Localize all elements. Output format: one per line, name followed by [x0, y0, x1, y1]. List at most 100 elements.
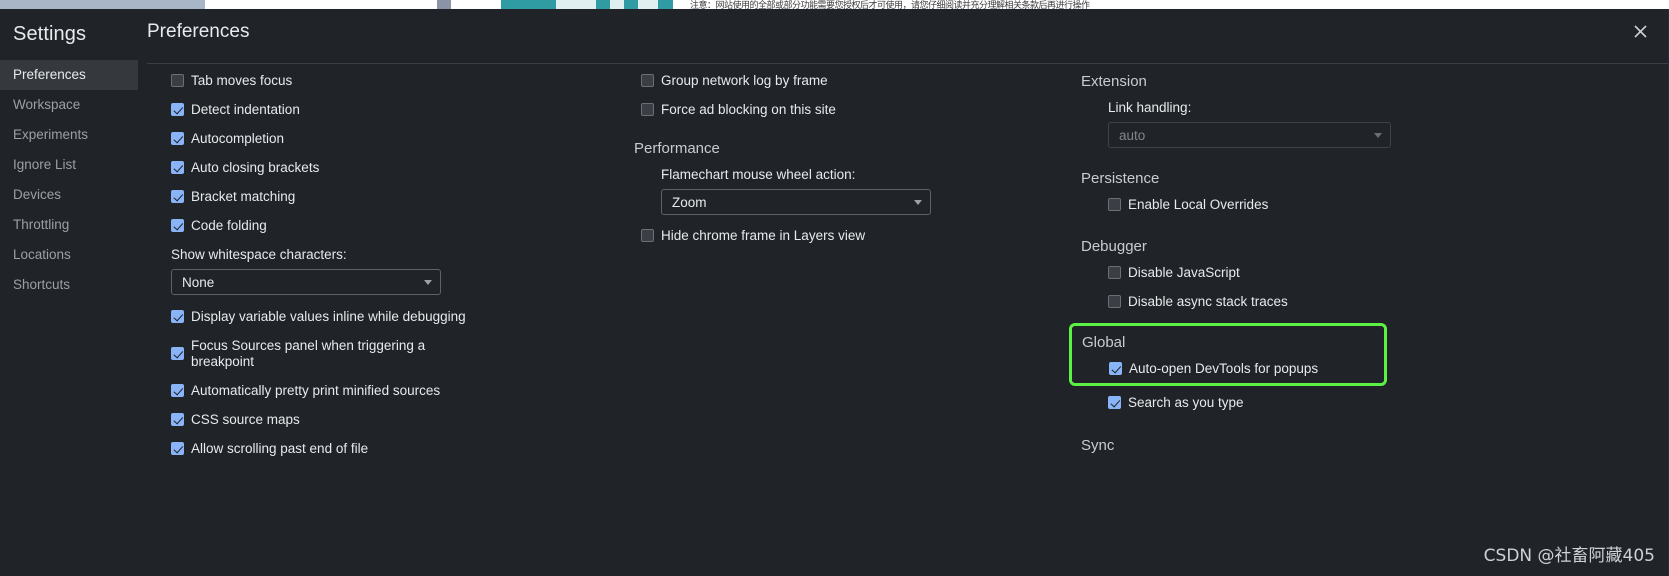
show-whitespace-select[interactable]: None [171, 269, 441, 295]
checkbox-checked-icon[interactable] [171, 347, 184, 360]
link-handling-label: Link handling: [1108, 100, 1192, 115]
setting-focus-sources-panel[interactable]: Focus Sources panel when triggering a br… [171, 338, 608, 370]
section-title-sync: Sync [1081, 437, 1115, 454]
sidebar-item-label: Ignore List [13, 157, 77, 172]
setting-label: Disable async stack traces [1128, 294, 1288, 309]
checkbox-checked-icon[interactable] [171, 132, 184, 145]
remnant-block-2 [437, 0, 451, 9]
sidebar-item-label: Preferences [13, 67, 86, 82]
setting-search-as-you-type[interactable]: Search as you type [1108, 395, 1528, 411]
remnant-block-4 [556, 0, 596, 9]
checkbox-checked-icon[interactable] [171, 310, 184, 323]
setting-label: Tab moves focus [191, 73, 293, 88]
checkbox-checked-icon[interactable] [171, 103, 184, 116]
setting-tab-moves-focus[interactable]: Tab moves focus [171, 73, 608, 89]
setting-label: Group network log by frame [661, 73, 828, 88]
sidebar-item-locations[interactable]: Locations [0, 240, 138, 270]
checkbox-unchecked-icon[interactable] [1108, 198, 1121, 211]
setting-css-source-maps[interactable]: CSS source maps [171, 412, 608, 428]
section-title-global: Global [1082, 334, 1126, 351]
flamechart-wheel-label: Flamechart mouse wheel action: [661, 167, 856, 182]
setting-pretty-print-minified[interactable]: Automatically pretty print minified sour… [171, 383, 608, 399]
flamechart-wheel-value: Zoom [672, 194, 707, 210]
setting-allow-scrolling-past-eof[interactable]: Allow scrolling past end of file [171, 441, 608, 457]
setting-force-ad-blocking[interactable]: Force ad blocking on this site [641, 102, 1048, 118]
link-handling-select[interactable]: auto [1108, 122, 1391, 148]
sidebar-item-throttling[interactable]: Throttling [0, 210, 138, 240]
setting-label: Search as you type [1128, 395, 1244, 410]
settings-sidebar: Settings Preferences Workspace Experimen… [0, 9, 138, 576]
settings-title: Settings [13, 23, 87, 45]
flamechart-wheel-select[interactable]: Zoom [661, 189, 931, 215]
setting-label: Detect indentation [191, 102, 300, 117]
checkbox-unchecked-icon[interactable] [641, 103, 654, 116]
checkbox-checked-icon[interactable] [171, 413, 184, 426]
sidebar-item-shortcuts[interactable]: Shortcuts [0, 270, 138, 300]
setting-code-folding[interactable]: Code folding [171, 218, 608, 234]
checkbox-checked-icon[interactable] [1109, 362, 1122, 375]
sidebar-item-label: Experiments [13, 127, 89, 142]
setting-hide-chrome-frame-layers[interactable]: Hide chrome frame in Layers view [641, 228, 1048, 244]
sidebar-item-experiments[interactable]: Experiments [0, 120, 138, 150]
preferences-column-2: Group network log by frame Force ad bloc… [608, 73, 1048, 576]
section-title-extension: Extension [1081, 73, 1147, 90]
header-divider [147, 63, 1669, 64]
sidebar-item-label: Devices [13, 187, 62, 202]
setting-bracket-matching[interactable]: Bracket matching [171, 189, 608, 205]
preferences-column-1: Tab moves focus Detect indentation Autoc… [138, 73, 608, 576]
checkbox-checked-icon[interactable] [171, 384, 184, 397]
page-title: Preferences [147, 21, 250, 42]
content-header: Preferences [138, 9, 1669, 64]
checkbox-unchecked-icon[interactable] [1108, 266, 1121, 279]
close-button[interactable] [1627, 18, 1653, 44]
show-whitespace-value: None [182, 274, 215, 290]
setting-label: Code folding [191, 218, 267, 233]
setting-enable-local-overrides[interactable]: Enable Local Overrides [1108, 197, 1528, 213]
link-handling-value: auto [1119, 127, 1146, 143]
section-title-performance: Performance [634, 140, 720, 157]
setting-autocompletion[interactable]: Autocompletion [171, 131, 608, 147]
setting-label: Allow scrolling past end of file [191, 441, 369, 456]
setting-detect-indentation[interactable]: Detect indentation [171, 102, 608, 118]
setting-label: Disable JavaScript [1128, 265, 1240, 280]
setting-label: CSS source maps [191, 412, 300, 427]
setting-label: Autocompletion [191, 131, 285, 146]
checkbox-unchecked-icon[interactable] [171, 74, 184, 87]
chevron-down-icon [1374, 132, 1382, 138]
setting-disable-async-stack-traces[interactable]: Disable async stack traces [1108, 294, 1528, 310]
close-icon [1633, 24, 1647, 38]
chevron-down-icon [424, 279, 432, 285]
checkbox-checked-icon[interactable] [171, 219, 184, 232]
checkbox-checked-icon[interactable] [171, 442, 184, 455]
settings-dialog: Settings Preferences Workspace Experimen… [0, 9, 1669, 576]
setting-label: Force ad blocking on this site [661, 102, 836, 117]
section-title-persistence: Persistence [1081, 170, 1160, 187]
setting-label: Auto closing brackets [191, 160, 320, 175]
setting-display-variable-values-inline[interactable]: Display variable values inline while deb… [171, 309, 608, 325]
checkbox-unchecked-icon[interactable] [641, 74, 654, 87]
setting-disable-javascript[interactable]: Disable JavaScript [1108, 265, 1528, 281]
remnant-text: 注意：网站使用的全部或部分功能需要您授权后才可使用，请您仔细阅读并充分理解相关条… [690, 1, 1090, 9]
sidebar-item-ignore-list[interactable]: Ignore List [0, 150, 138, 180]
sidebar-item-label: Workspace [13, 97, 81, 112]
sidebar-item-devices[interactable]: Devices [0, 180, 138, 210]
preferences-columns: Tab moves focus Detect indentation Autoc… [138, 65, 1669, 576]
setting-label: Focus Sources panel when triggering a br… [191, 338, 426, 369]
sidebar-item-preferences[interactable]: Preferences [0, 60, 138, 90]
checkbox-checked-icon[interactable] [171, 161, 184, 174]
setting-label: Display variable values inline while deb… [191, 309, 466, 324]
setting-auto-open-devtools-for-popups[interactable]: Auto-open DevTools for popups [1109, 361, 1374, 377]
setting-label: Hide chrome frame in Layers view [661, 228, 866, 243]
sidebar-item-label: Locations [13, 247, 71, 262]
checkbox-unchecked-icon[interactable] [641, 229, 654, 242]
checkbox-checked-icon[interactable] [171, 190, 184, 203]
remnant-block-6 [638, 0, 658, 9]
setting-auto-closing-brackets[interactable]: Auto closing brackets [171, 160, 608, 176]
checkbox-checked-icon[interactable] [1108, 396, 1121, 409]
setting-label: Automatically pretty print minified sour… [191, 383, 441, 398]
setting-group-network-log-by-frame[interactable]: Group network log by frame [641, 73, 1048, 89]
remnant-block-5 [610, 0, 624, 9]
remnant-block-1 [0, 0, 205, 9]
sidebar-item-workspace[interactable]: Workspace [0, 90, 138, 120]
checkbox-unchecked-icon[interactable] [1108, 295, 1121, 308]
